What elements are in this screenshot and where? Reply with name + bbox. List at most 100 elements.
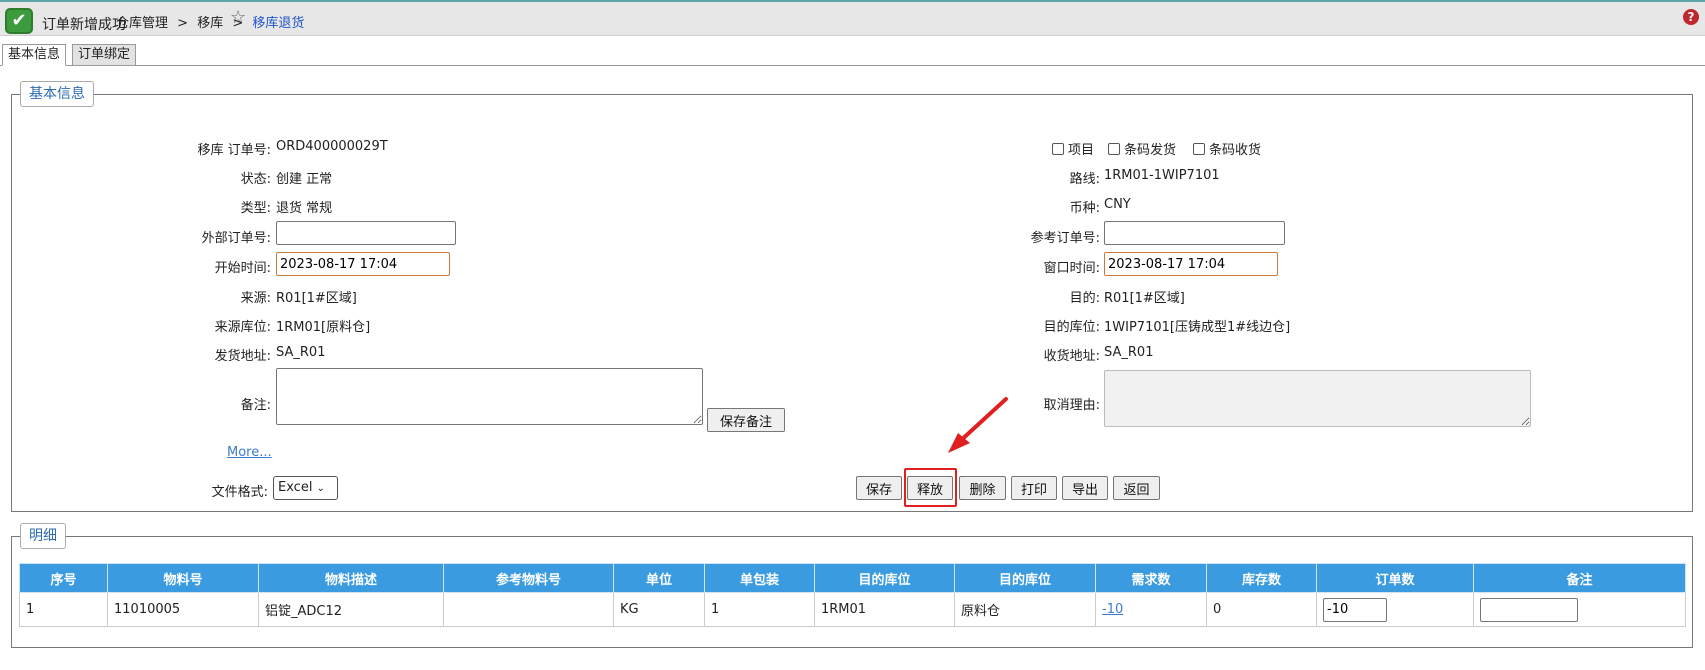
ref-order-input[interactable]: [1104, 221, 1285, 245]
cell-demand: -10: [1095, 592, 1207, 627]
back-button[interactable]: 返回: [1113, 476, 1160, 500]
breadcrumb-separator: >: [177, 16, 189, 31]
column-header: 序号: [19, 563, 108, 593]
cell-pack: 1: [704, 592, 815, 627]
checkbox-barcode-ship[interactable]: 条码发货: [1108, 139, 1176, 158]
column-header: 物料号: [107, 563, 259, 593]
dest-location-label: 目的库位:: [1043, 320, 1100, 335]
demand-link[interactable]: -10: [1102, 602, 1123, 617]
breadcrumb-item-transfer[interactable]: 移库: [197, 16, 223, 31]
route-label: 路线:: [1069, 172, 1100, 187]
receive-address-value: SA_R01: [1104, 345, 1154, 360]
arrow-icon: [948, 397, 1008, 453]
window-time-label: 窗口时间:: [1043, 261, 1100, 276]
cancel-reason-label: 取消理由:: [1043, 398, 1100, 413]
cell-description: 铝锭_ADC12: [258, 592, 444, 627]
detail-legend: 明细: [20, 523, 66, 549]
check-icon: ✔: [5, 8, 33, 34]
remark-label: 备注:: [240, 398, 271, 413]
basic-info-legend: 基本信息: [20, 81, 94, 107]
checkbox-barcode-receive[interactable]: 条码收货: [1193, 139, 1261, 158]
ship-address-label: 发货地址:: [214, 349, 271, 364]
table-header-row: 序号 物料号 物料描述 参考物料号 单位 单包装 目的库位 目的库位 需求数 库…: [19, 563, 1686, 593]
column-header: 目的库位: [954, 563, 1096, 593]
source-label: 来源:: [240, 291, 271, 306]
toast-message: 订单新增成功: [42, 17, 126, 33]
star-icon[interactable]: ☆: [230, 7, 246, 28]
top-accent-line: [0, 0, 1705, 2]
row-remark-input[interactable]: [1480, 597, 1578, 622]
column-header: 目的库位: [814, 563, 955, 593]
column-header: 库存数: [1206, 563, 1317, 593]
status-label: 状态:: [240, 172, 271, 187]
cell-unit: KG: [613, 592, 705, 627]
checkbox-project-label: 项目: [1068, 143, 1095, 158]
file-format-label: 文件格式:: [211, 485, 268, 500]
route-value: 1RM01-1WIP7101: [1104, 168, 1220, 183]
release-button-highlight: [904, 468, 957, 507]
checkbox-box: [1052, 142, 1064, 155]
cell-stock: 0: [1206, 592, 1317, 627]
cancel-reason-textarea: [1104, 370, 1531, 427]
print-button[interactable]: 打印: [1011, 476, 1057, 500]
cell-seq: 1: [19, 592, 108, 627]
delete-button[interactable]: 删除: [959, 476, 1006, 500]
dest-location-value: 1WIP7101[压铸成型1#线边仓]: [1104, 320, 1291, 335]
checkbox-box: [1108, 142, 1120, 155]
table-row: 1 11010005 铝锭_ADC12 KG 1 1RM01 原料仓 -10 0: [19, 592, 1686, 627]
start-time-label: 开始时间:: [214, 261, 271, 276]
column-header: 订单数: [1316, 563, 1474, 593]
breadcrumb-current[interactable]: 移库退货: [252, 16, 304, 31]
save-remark-button[interactable]: 保存备注: [707, 408, 785, 432]
column-header: 参考物料号: [443, 563, 614, 593]
order-qty-input[interactable]: [1323, 597, 1387, 622]
tab-order-binding[interactable]: 订单绑定: [72, 44, 137, 66]
column-header: 物料描述: [258, 563, 444, 593]
external-order-input[interactable]: [276, 221, 456, 245]
window-time-input[interactable]: [1104, 252, 1278, 276]
remark-textarea[interactable]: [276, 368, 703, 425]
checkbox-project[interactable]: 项目: [1052, 139, 1094, 158]
cell-dest-name: 原料仓: [954, 592, 1096, 627]
order-no-label: 移库 订单号:: [197, 143, 271, 158]
file-format-select[interactable]: Excel ⌄: [273, 476, 338, 500]
ref-order-label: 参考订单号:: [1030, 231, 1100, 246]
file-format-selected: Excel: [278, 480, 313, 495]
save-button[interactable]: 保存: [856, 476, 902, 500]
column-header: 单位: [613, 563, 705, 593]
breadcrumb-item-warehouse[interactable]: 仓库管理: [116, 16, 168, 31]
cell-ref-material: [443, 592, 614, 627]
status-value: 创建 正常: [276, 172, 333, 187]
source-location-value: 1RM01[原料仓]: [276, 320, 371, 335]
cell-order-qty: [1316, 592, 1474, 627]
source-value: R01[1#区域]: [276, 291, 357, 306]
start-time-input[interactable]: [276, 252, 450, 276]
cell-remark: [1473, 592, 1686, 627]
top-bar: ✔ 订单新增成功 仓库管理 > 移库 > 移库退货 ☆ ?: [0, 0, 1705, 36]
chevron-down-icon: ⌄: [316, 483, 325, 494]
source-location-label: 来源库位:: [214, 320, 271, 335]
help-icon[interactable]: ?: [1683, 9, 1699, 25]
external-order-label: 外部订单号:: [201, 231, 271, 246]
receive-address-label: 收货地址:: [1043, 349, 1100, 364]
order-no-value: ORD400000029T: [276, 139, 388, 154]
currency-value: CNY: [1104, 197, 1131, 212]
tab-basic-info[interactable]: 基本信息: [2, 44, 67, 66]
checkbox-box: [1193, 142, 1205, 155]
cell-material: 11010005: [107, 592, 259, 627]
column-header: 需求数: [1095, 563, 1207, 593]
type-value: 退货 常规: [276, 201, 333, 216]
tab-baseline: [0, 65, 1705, 66]
type-label: 类型:: [240, 201, 271, 216]
destination-label: 目的:: [1069, 291, 1100, 306]
breadcrumb: 仓库管理 > 移库 > 移库退货: [116, 12, 304, 31]
checkbox-barcode-receive-label: 条码收货: [1209, 143, 1262, 158]
checkbox-barcode-ship-label: 条码发货: [1124, 143, 1177, 158]
currency-label: 币种:: [1069, 201, 1100, 216]
column-header: 单包装: [704, 563, 815, 593]
destination-value: R01[1#区域]: [1104, 291, 1185, 306]
more-link[interactable]: More...: [227, 445, 272, 460]
export-button[interactable]: 导出: [1062, 476, 1108, 500]
detail-table: 序号 物料号 物料描述 参考物料号 单位 单包装 目的库位 目的库位 需求数 库…: [19, 563, 1686, 627]
ship-address-value: SA_R01: [276, 345, 326, 360]
